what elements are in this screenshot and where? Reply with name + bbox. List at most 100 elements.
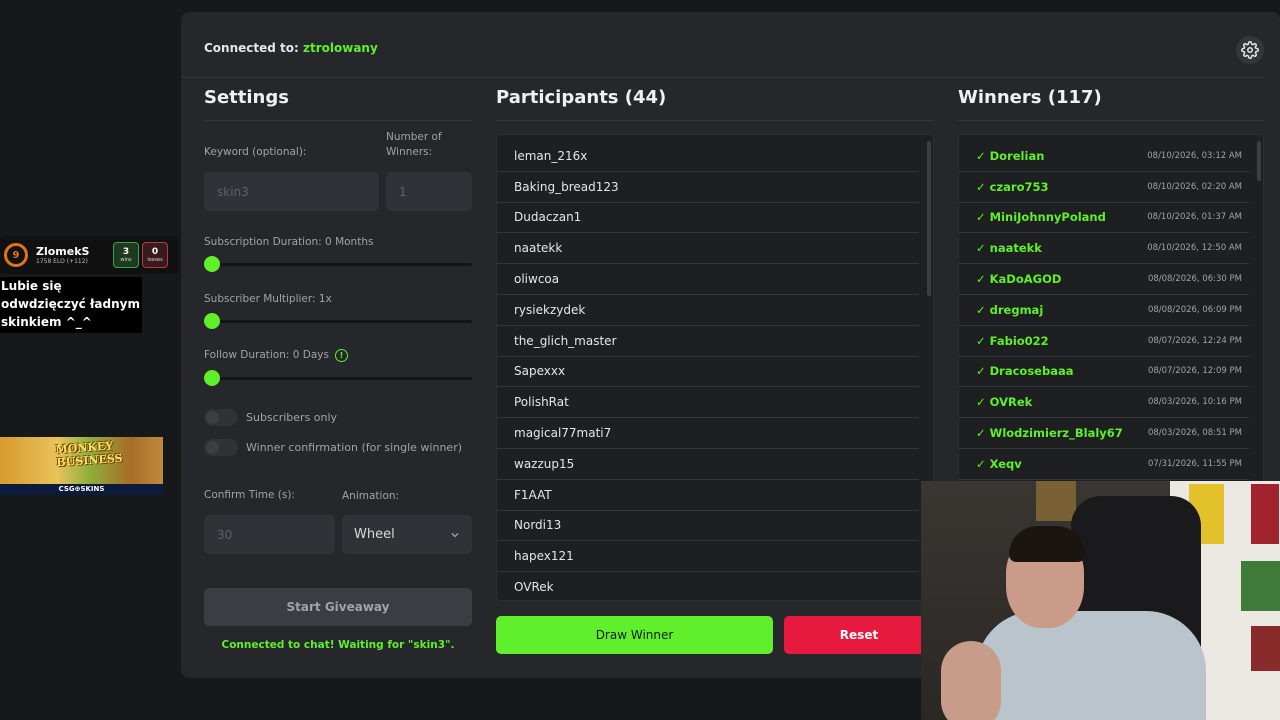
follow-duration-knob[interactable] (204, 370, 220, 386)
elo-name-wrap: ZlomekS 1758 ELO (+112) (36, 245, 110, 265)
start-giveaway-button[interactable]: Start Giveaway (204, 588, 472, 626)
winners-divider (958, 120, 1264, 121)
chevron-down-icon (451, 532, 459, 537)
cam-person-body (976, 611, 1206, 720)
losses-stat: 0 losses (142, 242, 168, 268)
cam-person-hair (1009, 526, 1085, 562)
info-icon[interactable]: ! (334, 348, 348, 362)
winner-date: 08/10/2026, 01:37 AM (1147, 212, 1242, 223)
winner-item[interactable]: ✓ Fabio022 08/07/2026, 12:24 PM (959, 326, 1249, 357)
winner-date: 08/10/2026, 02:20 AM (1147, 181, 1242, 192)
participants-divider (496, 120, 934, 121)
participant-item[interactable]: PolishRat (497, 387, 919, 419)
winner-date: 07/31/2026, 11:55 PM (1147, 458, 1242, 469)
participant-item[interactable]: wazzup15 (497, 449, 919, 480)
participant-item[interactable]: magical77mati7 (497, 418, 919, 449)
losses-label: losses (147, 257, 163, 263)
winner-item[interactable]: ✓ Dorelian 08/10/2026, 03:12 AM (959, 141, 1249, 172)
follow-duration-slider[interactable] (204, 370, 472, 386)
winner-item[interactable]: ✓ dregmaj 08/08/2026, 06:09 PM (959, 295, 1249, 326)
winner-name: ✓ dregmaj (976, 302, 1044, 317)
chat-status: Connected to chat! Waiting for "skin3". (221, 639, 455, 651)
winner-item[interactable]: ✓ MiniJohnnyPoland 08/10/2026, 01:37 AM (959, 203, 1249, 234)
participants-title: Participants (44) (496, 87, 667, 108)
elo-player-name: ZlomekS (36, 245, 90, 258)
subscription-duration-knob[interactable] (204, 256, 220, 272)
cam-shelf-item-darkred (1251, 626, 1280, 671)
participant-item[interactable]: naatekk (497, 233, 919, 265)
winner-item[interactable]: ✓ Wlodzimierz_Blaly67 08/03/2026, 08:51 P… (959, 418, 1249, 449)
winner-name: ✓ Wlodzimierz_Blaly67 (976, 426, 1123, 441)
participant-item[interactable]: OVRek (497, 572, 919, 600)
keyword-input[interactable]: skin3 (204, 172, 379, 211)
subscription-duration-label: Subscription Duration: 0 Months (204, 236, 374, 248)
participant-item[interactable]: Nordi13 (497, 511, 919, 542)
winners-scrollbar[interactable] (1257, 141, 1261, 181)
participant-item[interactable]: F1AAT (497, 480, 919, 511)
keyword-label: Keyword (optional): (204, 146, 307, 158)
participants-list[interactable]: leman_216x Baking_bread123 Dudaczan1 naatek… (496, 134, 934, 601)
settings-divider (204, 120, 472, 121)
settings-button[interactable] (1236, 36, 1264, 64)
winner-name: ✓ czaro753 (976, 179, 1049, 194)
losses-count: 0 (151, 247, 159, 257)
animation-value: Wheel (354, 527, 395, 542)
wins-count: 3 (122, 247, 130, 257)
participants-scrollbar[interactable] (927, 141, 931, 296)
cam-person-arm (941, 641, 1001, 720)
subscribers-only-row: Subscribers only (204, 409, 337, 426)
winner-confirmation-row: Winner confirmation (for single winner) (204, 439, 462, 456)
winner-name: ✓ Dorelian (976, 148, 1045, 163)
winner-date: 08/10/2026, 03:12 AM (1147, 150, 1242, 161)
elo-rating: 1758 ELO (+112) (36, 258, 88, 265)
subscriber-multiplier-label: Subscriber Multiplier: 1x (204, 293, 332, 305)
participant-item[interactable]: the_glich_master (497, 326, 919, 357)
subscribers-only-label: Subscribers only (246, 411, 338, 424)
subscription-duration-slider[interactable] (204, 256, 472, 272)
participant-item[interactable]: oliwcoa (497, 264, 919, 295)
wins-stat: 3 wins (113, 242, 139, 268)
wins-label: wins (120, 257, 132, 263)
confirm-time-input[interactable]: 30 (204, 515, 335, 554)
winner-name: ✓ OVRek (976, 395, 1033, 410)
winners-title: Winners (117) (958, 87, 1102, 108)
subscriber-multiplier-knob[interactable] (204, 313, 220, 329)
participant-item[interactable]: Dudaczan1 (497, 203, 919, 234)
draw-winner-button[interactable]: Draw Winner (496, 616, 773, 654)
reset-button[interactable]: Reset (784, 616, 934, 654)
winner-item[interactable]: ✓ OVRek 08/03/2026, 10:16 PM (959, 387, 1249, 419)
confirm-time-label: Confirm Time (s): (204, 489, 295, 501)
winner-date: 08/08/2026, 06:09 PM (1147, 304, 1242, 315)
subscriber-multiplier-slider[interactable] (204, 313, 472, 329)
winner-date: 08/07/2026, 12:24 PM (1147, 335, 1242, 346)
winner-confirmation-label: Winner confirmation (for single winner) (246, 441, 463, 454)
winner-name: ✓ naatekk (976, 241, 1042, 256)
winners-count-input[interactable]: 1 (386, 172, 472, 211)
promo-image: MONKEY BUSINESS (0, 437, 163, 484)
level-badge: 9 (4, 243, 28, 267)
winner-name: ✓ Dracosebaaa (976, 364, 1074, 379)
elo-widget: 9 ZlomekS 1758 ELO (+112) 3 wins 0 losse… (0, 236, 178, 274)
gear-icon (1241, 41, 1259, 59)
winner-name: ✓ Fabio022 (976, 333, 1049, 348)
participant-item[interactable]: hapex121 (497, 541, 919, 573)
participant-item[interactable]: rysiekzydek (497, 295, 919, 326)
chat-message: Lubie się odwdzięczyć ładnym skinkiem ^_… (0, 277, 142, 333)
settings-title: Settings (204, 87, 289, 108)
connection-status: Connected to: ztrolowany (204, 41, 378, 55)
participant-item[interactable]: Sapexxx (497, 357, 919, 388)
winner-item[interactable]: ✓ KaDoAGOD 08/08/2026, 06:30 PM (959, 264, 1249, 295)
animation-select[interactable]: Wheel (342, 515, 472, 554)
winner-date: 08/08/2026, 06:30 PM (1147, 274, 1242, 285)
winner-item[interactable]: ✓ Xeqv 07/31/2026, 11:55 PM (959, 449, 1249, 480)
winner-item[interactable]: ✓ naatekk 08/10/2026, 12:50 AM (959, 233, 1249, 265)
winner-item[interactable]: ✓ czaro753 08/10/2026, 02:20 AM (959, 172, 1249, 203)
cam-shelf-item-green (1241, 561, 1280, 611)
promo-banner: MONKEY BUSINESS CSG⊕SKINS (0, 437, 163, 495)
cam-shelf-item-red (1251, 484, 1279, 544)
participant-item[interactable]: leman_216x (497, 141, 919, 172)
participant-item[interactable]: Baking_bread123 (497, 172, 919, 203)
winner-item[interactable]: ✓ Dracosebaaa 08/07/2026, 12:09 PM (959, 357, 1249, 388)
subscribers-only-toggle[interactable] (204, 409, 238, 426)
winner-confirmation-toggle[interactable] (204, 439, 238, 456)
